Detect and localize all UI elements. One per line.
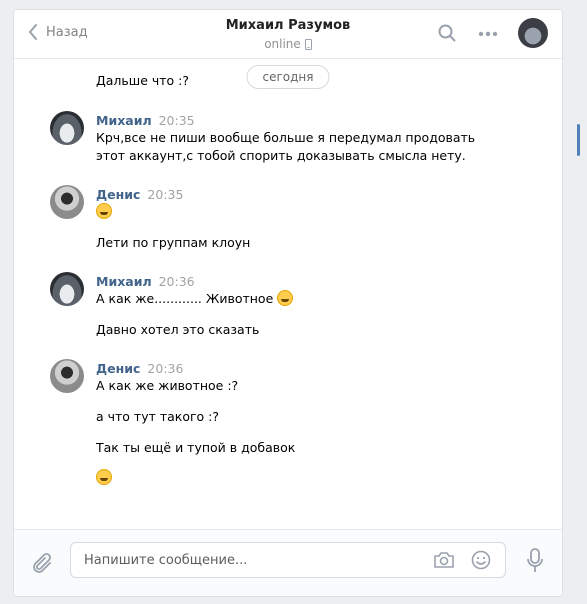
- message-text: Крч,все не пиши вообще больше я передума…: [96, 130, 476, 163]
- message-time[interactable]: 20:36: [159, 274, 195, 289]
- message-text-line: А как же............ Животное: [96, 290, 502, 308]
- message-time[interactable]: 20:35: [147, 187, 183, 202]
- smile-icon[interactable]: [471, 550, 491, 570]
- message-text: Так ты ещё и тупой в добавок: [96, 440, 296, 455]
- message-text: А как же............ Животное: [96, 291, 274, 306]
- camera-icon[interactable]: [433, 551, 455, 569]
- date-divider: сегодня: [246, 65, 330, 89]
- message-time[interactable]: 20:35: [159, 113, 195, 128]
- microphone-icon[interactable]: [526, 548, 544, 574]
- message-text: А как же животное :?: [96, 378, 239, 393]
- phone-icon: [304, 38, 312, 50]
- more-icon[interactable]: [478, 31, 498, 37]
- chat-avatar[interactable]: [518, 18, 548, 48]
- avatar[interactable]: [50, 359, 84, 393]
- search-icon[interactable]: [438, 24, 456, 42]
- scroll-indicator[interactable]: [577, 124, 580, 156]
- avatar[interactable]: [50, 185, 84, 219]
- message-input-placeholder: Напишите сообщение...: [84, 553, 248, 568]
- message-emoji-line: [96, 203, 502, 221]
- laughing-emoji-icon: [96, 203, 112, 219]
- avatar[interactable]: [50, 272, 84, 306]
- message-text: Лети по группам клоун: [96, 235, 251, 250]
- smirk-emoji-icon: [277, 290, 294, 306]
- message-emoji-line: [96, 469, 502, 487]
- message-time[interactable]: 20:36: [147, 361, 183, 376]
- chat-header: Назад Михаил Разумов online: [14, 10, 562, 59]
- status-text: online: [264, 37, 301, 51]
- message-input[interactable]: Напишите сообщение...: [70, 542, 506, 578]
- message-header: Михаил 20:35: [96, 113, 195, 128]
- attach-icon[interactable]: [32, 552, 54, 576]
- message-header: Михаил 20:36: [96, 274, 195, 289]
- message-list: Дальше что :? Михаил 20:35 Крч,все не пиш…: [14, 59, 562, 530]
- message-text: Давно хотел это сказать: [96, 322, 260, 337]
- author-name[interactable]: Михаил: [96, 113, 152, 128]
- message-header: Денис 20:35: [96, 187, 183, 202]
- message-header: Денис 20:36: [96, 361, 183, 376]
- author-name[interactable]: Денис: [96, 187, 140, 202]
- author-name[interactable]: Михаил: [96, 274, 152, 289]
- chat-panel: Назад Михаил Разумов online сегодня Даль…: [13, 9, 563, 597]
- tears-of-joy-emoji-icon: [96, 469, 112, 485]
- online-status: online: [264, 37, 312, 51]
- avatar[interactable]: [50, 111, 84, 145]
- author-name[interactable]: Денис: [96, 361, 140, 376]
- message-text: а что тут такого :?: [96, 409, 220, 424]
- composer: Напишите сообщение...: [14, 529, 562, 596]
